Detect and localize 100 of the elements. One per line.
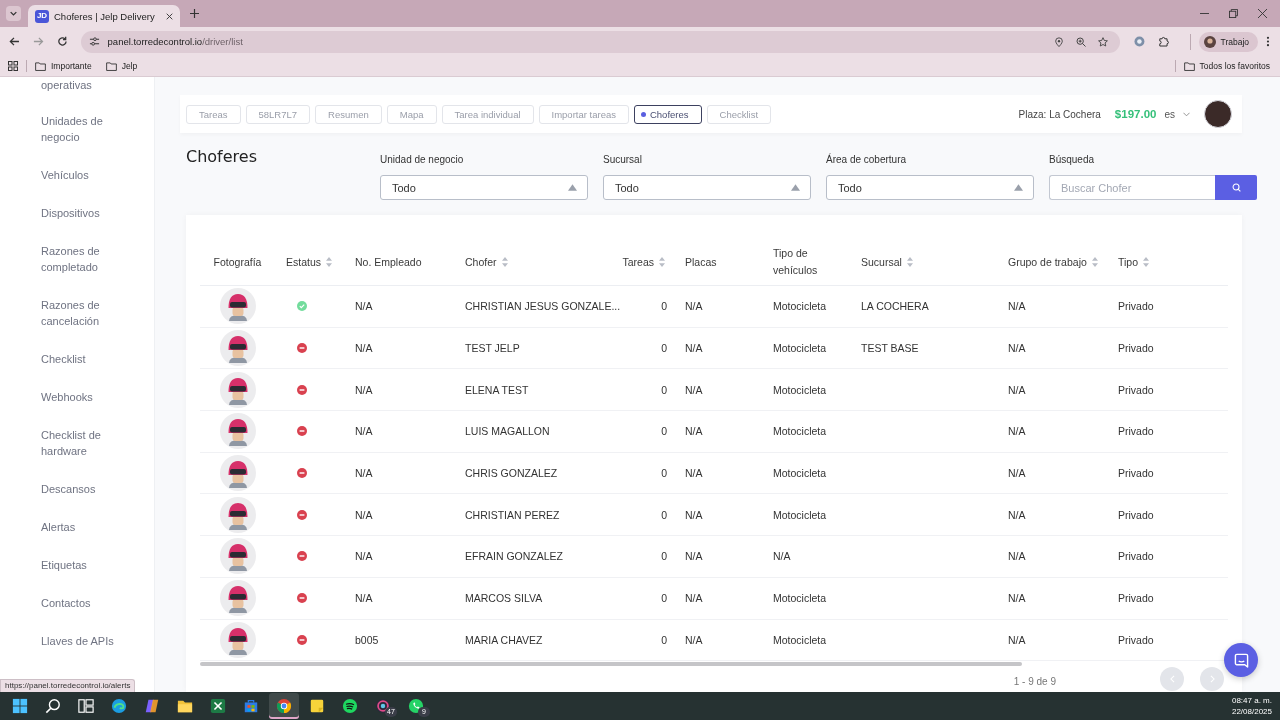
folder-icon [1183,61,1195,71]
table-cell: N/A [1008,508,1026,521]
chat-icon [1233,652,1249,668]
favicon-logo: JD [35,9,49,23]
column-header[interactable]: Grupo de trabajo [1008,253,1087,271]
nav-tab[interactable]: Choferes [633,104,702,124]
helmet-avatar-icon [219,330,256,367]
table-cell: N/A [355,550,373,563]
bookmark-folder[interactable]: Todos los favoritos [1183,61,1270,71]
sidebar-item[interactable]: Descansos [41,470,133,508]
chevron-down-icon[interactable] [6,6,21,21]
table-cell: Motocicleta [773,508,827,521]
close-icon[interactable] [166,12,173,20]
table-cell: N/A [685,425,703,438]
sidebar-item[interactable]: Checklist de hardware [41,416,133,470]
helmet-avatar-icon [219,538,256,575]
sidebar-item[interactable]: Checklist [41,340,133,378]
nav-tab[interactable]: 58LR7L7 [245,104,311,124]
filter-select[interactable]: Todo [380,175,588,200]
nav-tab[interactable]: Mapa [386,104,437,124]
profile-button[interactable]: Trabajo [1198,31,1259,52]
triangle-up-icon [1014,184,1023,191]
sidebar-item[interactable]: Razones de completado [41,232,133,286]
column-header[interactable]: Chofer [465,253,497,271]
table-cell: N/A [685,508,703,521]
puzzle-icon[interactable] [1157,36,1169,47]
column-header[interactable]: Tareas [622,253,654,271]
sidebar-item[interactable]: Alertas [41,508,133,546]
back-arrow-icon[interactable] [9,36,20,47]
chat-button[interactable] [1224,643,1258,677]
sidebar-item[interactable]: Unidades de negocio [41,102,133,156]
sidebar-item[interactable]: Webhooks [41,378,133,416]
column-header[interactable]: Sucursal [861,253,902,271]
column-header: Tipo de vehículos [773,246,819,278]
table-cell: Privado [1118,550,1154,563]
table-cell: Privado [1118,425,1154,438]
menu-icon[interactable] [1266,36,1270,47]
filter-select[interactable]: Todo [603,175,811,200]
reload-icon[interactable] [56,36,68,47]
nav-tab[interactable]: Tarea individual [441,104,534,124]
extension-icon[interactable] [1133,36,1145,47]
helmet-avatar-icon [219,288,256,325]
chevron-left-icon [1169,674,1175,683]
table-cell: N/A [355,508,373,521]
sidebar-item[interactable]: Dispositivos [41,194,133,232]
browser-icon [276,698,292,714]
table-cell: LA COCHERA [861,300,929,313]
bookmark-folder[interactable]: Jelp [105,61,138,71]
location-pin-icon[interactable] [1053,36,1064,47]
filter-select[interactable]: Todo [826,175,1034,200]
taskbar-button[interactable] [269,693,299,719]
nav-tab[interactable]: Checklist [706,104,772,124]
column-header[interactable]: Estatus [286,253,322,271]
restore-icon[interactable] [1229,9,1238,18]
zoom-icon[interactable] [1075,36,1086,47]
user-avatar[interactable] [1204,100,1232,128]
browser-tab[interactable]: JD Choferes | Jelp Delivery [28,5,180,27]
column-header: No. Empleado [355,254,422,270]
helmet-avatar-icon [219,413,256,450]
sidebar-item[interactable]: operativas [41,77,133,102]
nav-tab[interactable]: Importar tareas [538,104,629,124]
site-settings-icon[interactable] [88,36,100,47]
nav-tab[interactable]: Resumen [315,104,382,124]
active-dot-icon [640,111,646,117]
sidebar-item[interactable]: Contactos [41,584,133,622]
table-cell: Privado [1118,633,1154,646]
task-view-icon [78,698,94,714]
new-tab-icon[interactable] [190,9,199,18]
table-cell: Motocicleta [773,425,827,438]
table-cell: Privado [1118,383,1154,396]
table-cell: CHRISTIAN PEREZ [465,508,560,521]
helmet-avatar-icon [219,496,256,533]
folder-icon [105,61,117,71]
column-header[interactable]: Tipo [1118,253,1139,271]
table-cell: N/A [1008,300,1026,313]
sidebar-item[interactable]: Llaves de APIs [41,622,133,660]
table-cell: N/A [685,592,703,605]
close-icon[interactable] [1258,9,1267,18]
sticky-note-icon [309,698,325,714]
search-field[interactable]: Buscar Chofer [1049,175,1215,200]
table-cell: 0 [661,508,667,521]
column-header: Fotografía [213,254,262,270]
table-cell: N/A [1008,425,1026,438]
address-bar[interactable]: panel.torredecontrol.io/driver/list [80,30,1120,53]
sidebar-item[interactable]: Razones de cancelación [41,286,133,340]
star-icon[interactable] [1097,36,1108,47]
sidebar-item[interactable]: Etiquetas [41,546,133,584]
apps-grid-icon[interactable] [8,61,18,71]
table-cell: Privado [1118,508,1154,521]
table-cell: TEST BASE [861,342,919,355]
nav-tab[interactable]: Tareas [186,104,241,124]
scrollbar-thumb[interactable] [200,662,1022,667]
bookmark-folder[interactable]: Importante [35,61,92,71]
table-cell: N/A [355,383,373,396]
table-cell: Privado [1118,342,1154,355]
table-cell: TEST JELP [465,342,520,355]
language-select[interactable]: es [1164,108,1190,120]
sidebar-item[interactable]: Vehículos [41,156,133,194]
start-icon [12,698,28,714]
clock-date: 22/08/2025 [1231,706,1272,717]
